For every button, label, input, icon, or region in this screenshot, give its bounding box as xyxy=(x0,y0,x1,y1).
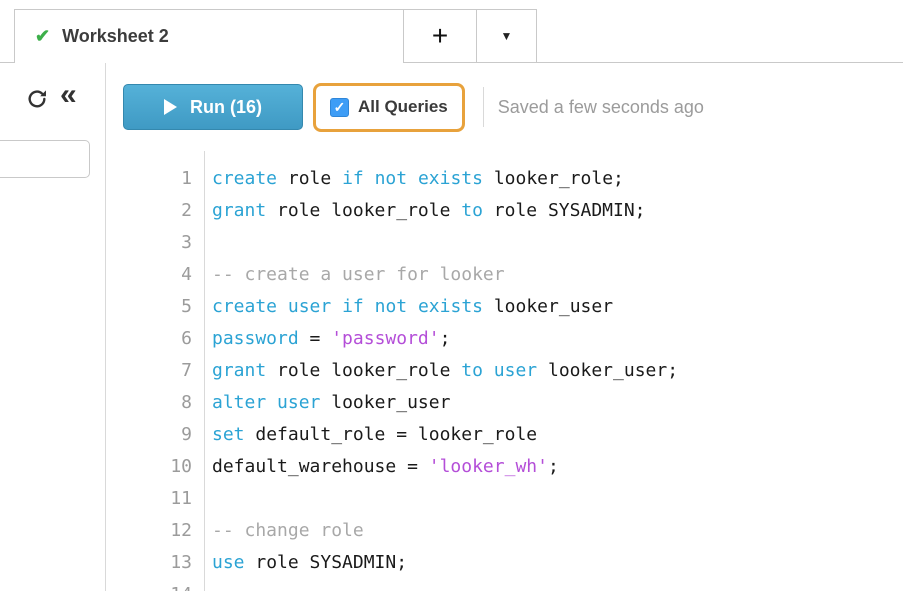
line-number: 5 xyxy=(106,291,192,323)
line-number: 9 xyxy=(106,419,192,451)
line-number: 12 xyxy=(106,515,192,547)
line-number: 7 xyxy=(106,355,192,387)
line-number: 4 xyxy=(106,259,192,291)
line-number: 11 xyxy=(106,483,192,515)
code-line[interactable]: use role SYSADMIN; xyxy=(212,547,903,579)
line-number: 1 xyxy=(106,163,192,195)
line-number: 13 xyxy=(106,547,192,579)
code-lines[interactable]: create role if not exists looker_role;gr… xyxy=(205,151,903,591)
object-browser-panel: « xyxy=(0,63,106,591)
code-line[interactable]: alter user looker_user xyxy=(212,387,903,419)
saved-status: Saved a few seconds ago xyxy=(498,97,704,118)
code-line[interactable]: default_warehouse = 'looker_wh'; xyxy=(212,451,903,483)
line-number: 6 xyxy=(106,323,192,355)
code-line[interactable]: set default_role = looker_role xyxy=(212,419,903,451)
all-queries-label[interactable]: All Queries xyxy=(358,97,448,117)
chevron-down-icon: ▼ xyxy=(501,29,513,43)
worksheet-list-dropdown[interactable]: ▼ xyxy=(477,9,537,62)
sql-editor[interactable]: 1234567891011121314 create role if not e… xyxy=(106,151,903,591)
refresh-icon xyxy=(26,87,48,111)
tab-bar: ✔ Worksheet 2 + ▼ xyxy=(0,0,903,63)
code-line[interactable] xyxy=(212,579,903,591)
line-number: 8 xyxy=(106,387,192,419)
collapse-panel-button[interactable]: « xyxy=(60,85,77,105)
code-line[interactable]: -- change role xyxy=(212,515,903,547)
code-line[interactable] xyxy=(212,483,903,515)
double-chevron-left-icon: « xyxy=(60,85,77,105)
new-worksheet-button[interactable]: + xyxy=(404,9,477,62)
all-queries-checkbox[interactable]: ✓ xyxy=(330,98,349,117)
worksheet-tab-title: Worksheet 2 xyxy=(62,26,169,47)
line-numbers: 1234567891011121314 xyxy=(106,151,205,591)
run-button[interactable]: Run (16) xyxy=(123,84,303,130)
line-number: 2 xyxy=(106,195,192,227)
toolbar-divider xyxy=(483,87,484,127)
refresh-button[interactable] xyxy=(26,87,48,111)
line-number: 10 xyxy=(106,451,192,483)
code-line[interactable]: grant role looker_role to user looker_us… xyxy=(212,355,903,387)
tab-worksheet-2[interactable]: ✔ Worksheet 2 xyxy=(14,9,404,63)
code-line[interactable]: create user if not exists looker_user xyxy=(212,291,903,323)
saved-check-icon: ✔ xyxy=(35,26,50,47)
play-icon xyxy=(164,99,177,115)
worksheet-toolbar: Run (16) ✓ All Queries Saved a few secon… xyxy=(106,63,903,151)
code-line[interactable] xyxy=(212,227,903,259)
code-line[interactable]: create role if not exists looker_role; xyxy=(212,163,903,195)
content-area: « Run (16) ✓ All Queries Saved a few sec… xyxy=(0,63,903,591)
worksheet-main: Run (16) ✓ All Queries Saved a few secon… xyxy=(106,63,903,591)
panel-icon-row: « xyxy=(0,63,105,111)
line-number: 14 xyxy=(106,579,192,591)
code-line[interactable]: grant role looker_role to role SYSADMIN; xyxy=(212,195,903,227)
object-browser-field[interactable] xyxy=(0,140,90,178)
run-button-label: Run (16) xyxy=(190,97,262,118)
code-line[interactable]: -- create a user for looker xyxy=(212,259,903,291)
code-line[interactable]: password = 'password'; xyxy=(212,323,903,355)
checkmark-icon: ✓ xyxy=(334,100,346,114)
line-number: 3 xyxy=(106,227,192,259)
highlight-annotation: ✓ All Queries xyxy=(313,83,465,132)
